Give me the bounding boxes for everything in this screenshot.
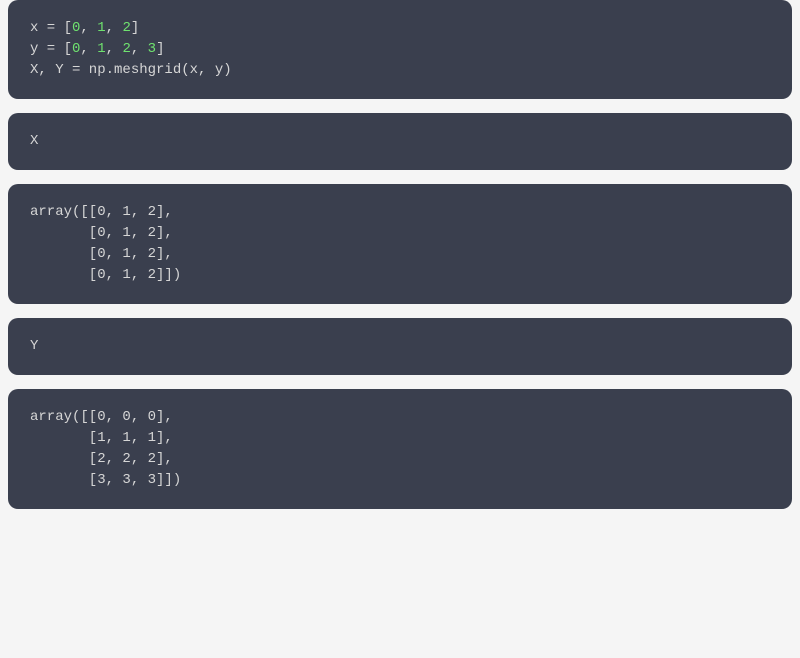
- output-line: [0, 1, 2]]): [30, 265, 770, 286]
- code-text: ]: [156, 41, 164, 57]
- output-line: array([[0, 0, 0],: [30, 407, 770, 428]
- code-line: y = [0, 1, 2, 3]: [30, 39, 770, 60]
- code-text: ,: [80, 20, 97, 36]
- code-text: ,: [106, 20, 123, 36]
- code-line: X: [30, 131, 770, 152]
- code-block: X: [30, 131, 770, 152]
- code-text: ]: [131, 20, 139, 36]
- number-literal: 2: [122, 41, 130, 57]
- code-line: Y: [30, 336, 770, 357]
- number-literal: 2: [122, 20, 130, 36]
- code-text: y = [: [30, 41, 72, 57]
- code-cell-input-3: Y: [8, 318, 792, 375]
- code-line: x = [0, 1, 2]: [30, 18, 770, 39]
- code-block: x = [0, 1, 2]y = [0, 1, 2, 3]X, Y = np.m…: [30, 18, 770, 81]
- code-cell-output-1: array([[0, 1, 2], [0, 1, 2], [0, 1, 2], …: [8, 184, 792, 304]
- code-line: X, Y = np.meshgrid(x, y): [30, 60, 770, 81]
- code-cell-input-1: x = [0, 1, 2]y = [0, 1, 2, 3]X, Y = np.m…: [8, 0, 792, 99]
- number-literal: 1: [97, 20, 105, 36]
- output-line: array([[0, 1, 2],: [30, 202, 770, 223]
- code-cell-input-2: X: [8, 113, 792, 170]
- code-text: x = [: [30, 20, 72, 36]
- output-line: [1, 1, 1],: [30, 428, 770, 449]
- code-block: Y: [30, 336, 770, 357]
- code-text: ,: [80, 41, 97, 57]
- output-line: [0, 1, 2],: [30, 223, 770, 244]
- output-block: array([[0, 0, 0], [1, 1, 1], [2, 2, 2], …: [30, 407, 770, 491]
- number-literal: 3: [148, 41, 156, 57]
- output-line: [0, 1, 2],: [30, 244, 770, 265]
- code-text: ,: [131, 41, 148, 57]
- code-text: ,: [106, 41, 123, 57]
- output-line: [3, 3, 3]]): [30, 470, 770, 491]
- number-literal: 1: [97, 41, 105, 57]
- output-block: array([[0, 1, 2], [0, 1, 2], [0, 1, 2], …: [30, 202, 770, 286]
- code-cell-output-2: array([[0, 0, 0], [1, 1, 1], [2, 2, 2], …: [8, 389, 792, 509]
- output-line: [2, 2, 2],: [30, 449, 770, 470]
